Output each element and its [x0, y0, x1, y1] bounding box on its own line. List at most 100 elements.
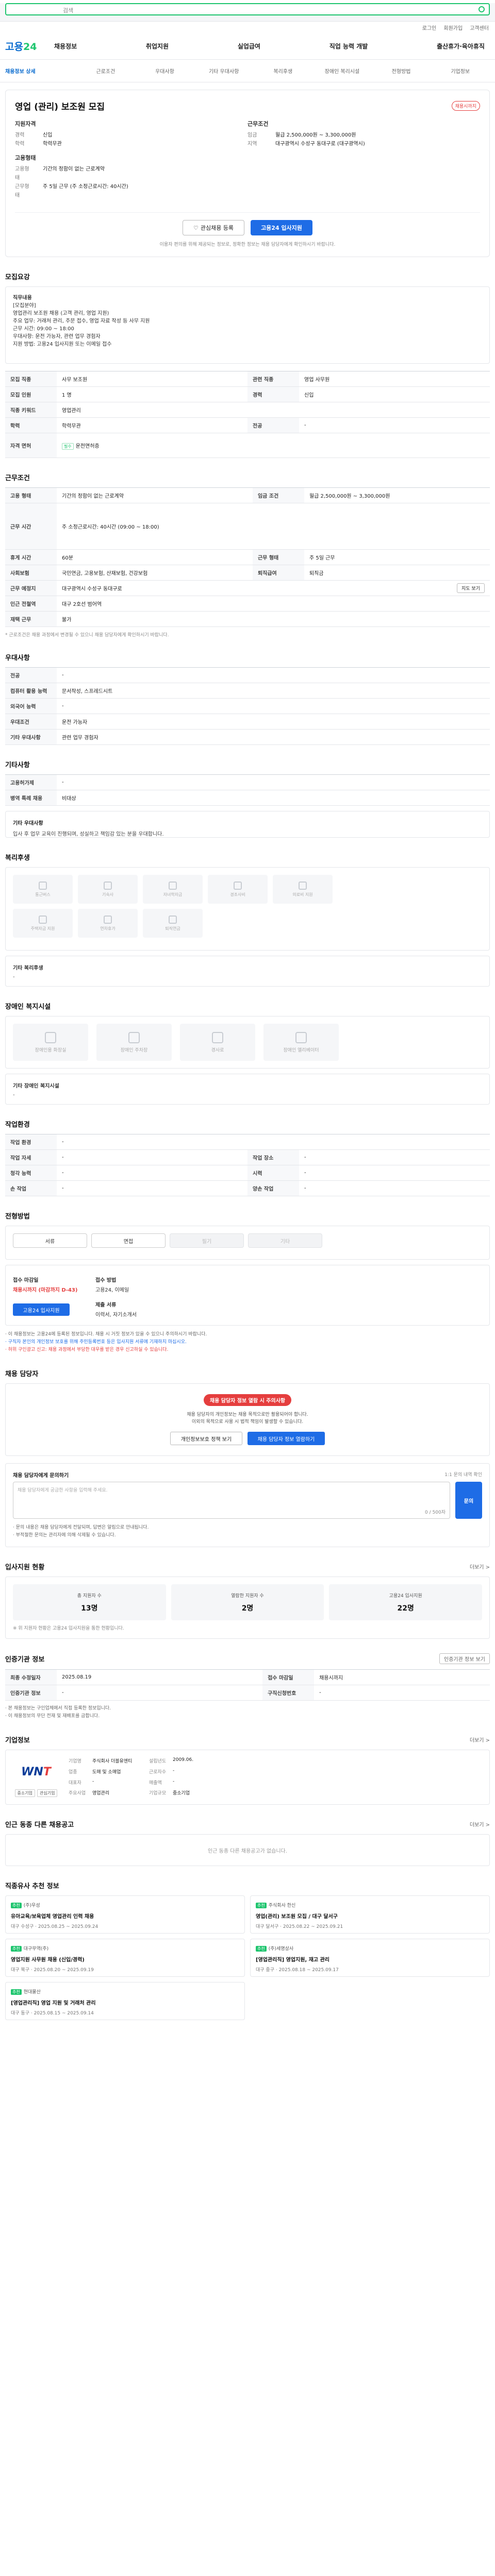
apply-inline-button[interactable]: 고용24 입사지원: [13, 1303, 70, 1316]
table-row: 외국어 능력 -: [5, 698, 490, 714]
row-value: 학력무관: [43, 141, 62, 147]
row-value: 주 5일 근무 (주 소정근로시간: 40시간): [43, 184, 128, 190]
question-textarea[interactable]: 채용 담당자에게 궁금한 사항을 입력해 주세요. 0 / 500자: [13, 1482, 450, 1519]
table-value: 60분: [57, 549, 253, 565]
company-box: WN T 중소기업 관심기업 기업명 주식회사 더블유엔티 설립년도 2009.06.…: [5, 1750, 490, 1805]
help-link[interactable]: 고객센터: [470, 24, 489, 33]
way-block: 접수 방법 고용24, 이메일: [95, 1276, 178, 1293]
table-value: -: [57, 1685, 263, 1701]
menu-unemployment-benefit[interactable]: 실업급여: [238, 42, 260, 50]
row-key: 고용형태: [15, 166, 29, 181]
info-value: -: [173, 1778, 175, 1784]
recommend-card[interactable]: 추천 대구무역(주) 영업지원 사무원 채용 (신입/경력) 대구 북구 · 2025…: [5, 1939, 245, 1977]
submit-question-button[interactable]: 문의: [455, 1482, 482, 1519]
notice-line: · 부적절한 문의는 관리자에 의해 삭제될 수 있습니다.: [13, 1533, 116, 1538]
recommend-card[interactable]: 추천 (주)우성 유아교육/보육업체 영업관리 인력 채용 대구 수성구 · 2025…: [5, 1895, 245, 1934]
section-title-environment: 작업환경: [5, 1121, 30, 1129]
apply-grid: 접수 마감일 채용시까지 (마감까지 D-43) 접수 방법 고용24, 이메일 고…: [13, 1276, 482, 1318]
stat-label: 열람한 지원자 수: [231, 1593, 264, 1599]
table-key: 구직신청번호: [262, 1685, 315, 1701]
status-more-link[interactable]: 더보기 >: [470, 1563, 490, 1570]
school-icon: [169, 881, 177, 890]
stat-label: 총 지원자 수: [77, 1593, 102, 1599]
table-key: 고용 형태: [5, 487, 57, 503]
interest-button[interactable]: ♡ 관심채용 등록: [183, 220, 244, 235]
table-row: 인근 전철역 대구 2호선 범어역: [5, 596, 490, 612]
recommend-card[interactable]: 추천 (주)세명상사 [영업관리직] 영업지원, 재고 관리 대구 중구 · 2025…: [250, 1939, 490, 1977]
menu-employment-support[interactable]: 취업지원: [146, 42, 169, 50]
pension-icon: [169, 915, 177, 924]
table-value: 학력무관: [57, 417, 248, 433]
table-value: 2025.08.19: [57, 1669, 263, 1685]
table-key: 손 작업: [5, 1180, 57, 1196]
apply-button[interactable]: 고용24 입사지원: [251, 220, 312, 235]
facility-other-value: -: [13, 1092, 15, 1098]
row-value: 대구광역시 수성구 동대구로 (대구광역시): [275, 141, 365, 147]
other-more-link[interactable]: 더보기 >: [470, 1820, 490, 1828]
map-button[interactable]: 지도 보기: [457, 583, 485, 593]
table-row: 손 작업 - 양손 작업 -: [5, 1180, 490, 1196]
recommend-card[interactable]: 추천 주식회사 한신 영업(관리) 보조원 모집 / 대구 달서구 대구 달서구 · …: [250, 1895, 490, 1934]
summary-actions: ♡ 관심채용 등록 고용24 입사지원: [15, 220, 480, 235]
section-title-status: 입사지원 현황: [5, 1564, 45, 1571]
company-more-link[interactable]: 더보기 >: [470, 1736, 490, 1743]
stat-value: 13명: [81, 1604, 98, 1613]
row-value: 월급 2,500,000원 ~ 3,300,000원: [275, 132, 356, 138]
tab-welfare[interactable]: 복리후생: [253, 67, 312, 75]
company-info-grid: 기업명 주식회사 더블유엔티 설립년도 2009.06. 업종 도매 및 소매업 근로…: [69, 1757, 482, 1797]
signup-link[interactable]: 회원가입: [443, 24, 463, 33]
tile-label: 통근버스: [35, 892, 51, 897]
tab-apply[interactable]: 전형방법: [372, 67, 431, 75]
table-row: 자격 면허 필수 운전면허증: [5, 433, 490, 458]
info-key: 기업명: [69, 1759, 81, 1764]
emp-type-row: 고용형태 기간의 정함이 없는 근로계약: [15, 165, 248, 182]
menu-parental-leave[interactable]: 출산휴가·육아휴직: [437, 42, 485, 50]
global-search-input[interactable]: 검색: [5, 3, 490, 15]
site-logo[interactable]: 고용24: [5, 39, 54, 53]
tab-company[interactable]: 기업정보: [431, 67, 490, 75]
tab-facility[interactable]: 장애인 복리시설: [312, 67, 372, 75]
step-documents: 서류: [13, 1233, 87, 1248]
menu-jobs[interactable]: 채용정보: [54, 42, 77, 50]
tab-conditions[interactable]: 근로조건: [76, 67, 136, 75]
tab-preference[interactable]: 우대사항: [135, 67, 194, 75]
table-row: 학력 학력무관 전공 -: [5, 417, 490, 433]
group-title: 지원자격: [15, 121, 36, 127]
recommend-tag: 추천: [11, 1989, 22, 1995]
company-logo-block: WN T 중소기업 관심기업: [13, 1757, 59, 1797]
recommend-card[interactable]: 추천 현대물산 [영업관리직] 영업 지원 및 거래처 관리 대구 동구 · 2025…: [5, 1982, 245, 2020]
search-icon[interactable]: [478, 6, 485, 12]
privacy-policy-button[interactable]: 개인정보보호 정책 보기: [170, 1432, 242, 1445]
section-title-org: 인증기관 정보: [5, 1656, 45, 1664]
table-value: -: [57, 1165, 248, 1181]
login-link[interactable]: 로그인: [422, 24, 437, 33]
question-history-link[interactable]: 1:1 문의 내역 확인: [444, 1471, 482, 1479]
recommend-tag: 추천: [11, 1946, 22, 1952]
table-value: -: [57, 1149, 248, 1165]
status-header: 입사지원 현황 더보기 >: [5, 1562, 490, 1571]
company-tag[interactable]: 관심기업: [37, 1789, 58, 1797]
view-manager-button[interactable]: 채용 담당자 정보 열람하기: [248, 1432, 325, 1445]
table-value: -: [299, 1180, 490, 1196]
table-value: -: [57, 698, 490, 714]
recommend-title: [영업관리직] 영업지원, 재고 관리: [256, 1957, 329, 1963]
table-value: 대구광역시 수성구 동대구로: [57, 580, 304, 596]
tab-summary[interactable]: 채용정보 상세: [5, 67, 76, 75]
section-title-conditions: 근무조건: [5, 474, 30, 482]
table-value: 관련 업무 경험자: [57, 729, 490, 745]
parking-icon: [128, 1031, 140, 1043]
apply-method-box: 서류 면접 필기 기타: [5, 1226, 490, 1260]
table-value: 불가: [57, 611, 490, 627]
tile-label: 의료비 지원: [292, 892, 313, 897]
recommend-company: 현대물산: [23, 1990, 41, 1995]
recommend-meta: 대구 중구 · 2025.08.18 ~ 2025.09.17: [256, 1968, 339, 1973]
welfare-tile: 주택자금 지원: [13, 909, 73, 938]
info-value: 도매 및 소매업: [92, 1769, 121, 1775]
menu-skills[interactable]: 직업 능력 개발: [329, 42, 368, 50]
table-value: -: [57, 1180, 248, 1196]
table-key: 모집 직종: [5, 371, 57, 387]
tab-etc[interactable]: 기타 우대사항: [194, 67, 254, 75]
info-key: 기업규모: [149, 1791, 167, 1797]
table-key: 작업 환경: [5, 1134, 57, 1150]
org-info-button[interactable]: 인증기관 정보 보기: [439, 1653, 490, 1664]
